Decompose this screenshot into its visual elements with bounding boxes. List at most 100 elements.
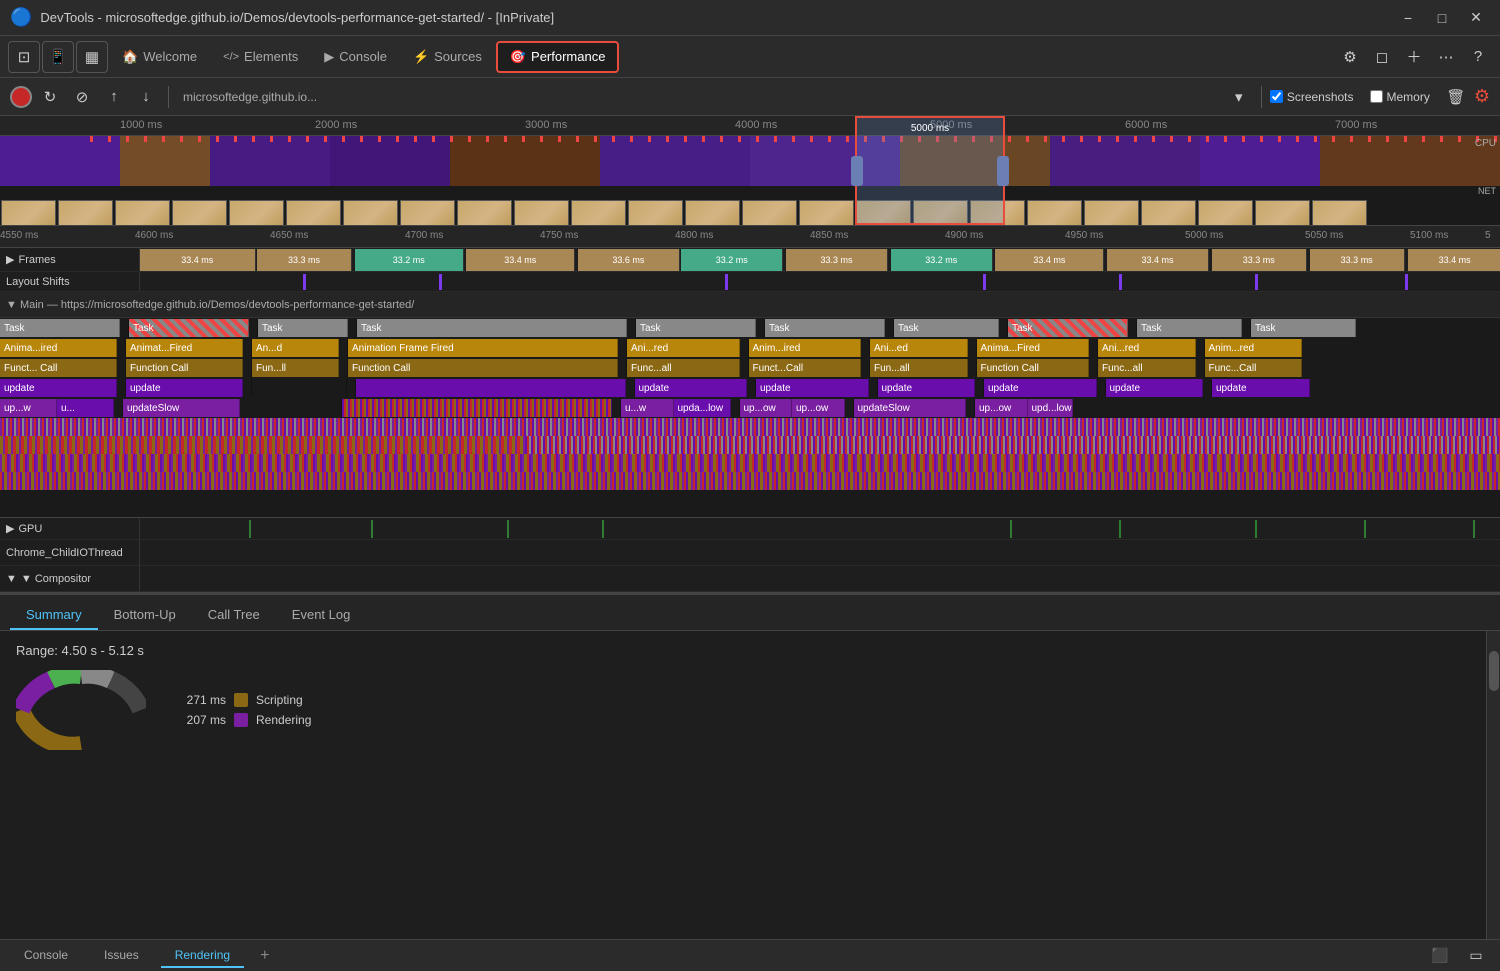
flame-anim[interactable]: An...d	[252, 339, 339, 357]
flame-func[interactable]: Func...all	[627, 359, 740, 377]
flame-func[interactable]: Func...all	[1098, 359, 1196, 377]
flame-update[interactable]: update	[1106, 379, 1204, 397]
frame-block[interactable]: 33.3 ms	[1212, 249, 1307, 271]
tab-console[interactable]: ▶ Console	[312, 43, 399, 71]
flame-func[interactable]: Fun...ll	[252, 359, 339, 377]
tab-event-log[interactable]: Event Log	[276, 601, 367, 630]
screenshots-checkbox[interactable]: Screenshots	[1270, 90, 1354, 104]
flame-anim[interactable]: Anima...ired	[0, 339, 117, 357]
flame-updateslow[interactable]: updateSlow	[123, 399, 240, 417]
close-button[interactable]: ✕	[1462, 8, 1490, 28]
flame-task[interactable]: Task	[1251, 319, 1356, 337]
frame-block[interactable]: 33.4 ms	[995, 249, 1104, 271]
tab-sources[interactable]: ⚡ Sources	[401, 43, 494, 71]
flame-update[interactable]: update	[126, 379, 243, 397]
flame-anim[interactable]: Anima...Fired	[977, 339, 1090, 357]
flame-func[interactable]: Funct...Call	[749, 359, 862, 377]
flame-anim[interactable]: Anim...red	[1205, 339, 1303, 357]
time-selection-overlay[interactable]: 5000 ms	[855, 116, 1005, 225]
frame-block[interactable]: 33.3 ms	[257, 249, 352, 271]
status-tab-rendering[interactable]: Rendering	[161, 944, 244, 968]
flame-func[interactable]: Function Call	[977, 359, 1090, 377]
tab-performance[interactable]: 🎯 Performance	[496, 41, 620, 73]
flame-update2[interactable]: u...	[57, 399, 114, 417]
frames-expand-icon[interactable]: ▶	[6, 253, 14, 266]
flame-update[interactable]: update	[635, 379, 748, 397]
upload-button[interactable]: ↑	[100, 83, 128, 111]
flame-anim-big[interactable]: Animation Frame Fired	[348, 339, 618, 357]
frame-block[interactable]: 33.4 ms	[1408, 249, 1500, 271]
frame-block[interactable]: 33.2 ms	[891, 249, 993, 271]
selection-handle-right[interactable]	[997, 156, 1009, 186]
record-button[interactable]	[10, 86, 32, 108]
flame-update2[interactable]: up...ow	[975, 399, 1028, 417]
frame-block[interactable]: 33.3 ms	[1310, 249, 1405, 271]
flame-func[interactable]: Func...Call	[1205, 359, 1303, 377]
flame-update2[interactable]: upda...low	[674, 399, 731, 417]
url-input[interactable]	[177, 88, 1221, 106]
clear-button[interactable]: ⊘	[68, 83, 96, 111]
flame-anim[interactable]: Ani...ed	[870, 339, 968, 357]
reload-record-button[interactable]: ↻	[36, 83, 64, 111]
status-tab-console[interactable]: Console	[10, 944, 82, 968]
add-tab-button[interactable]: +	[252, 947, 277, 965]
flame-anim[interactable]: Ani...red	[1098, 339, 1196, 357]
flame-func[interactable]: Fun...all	[870, 359, 968, 377]
flame-update2[interactable]: upd...low	[1028, 399, 1073, 417]
flame-chart[interactable]: Task Task Task Task Task Task Task Task …	[0, 318, 1500, 518]
help-button[interactable]: ?	[1464, 43, 1492, 71]
status-tab-issues[interactable]: Issues	[90, 944, 153, 968]
frame-block[interactable]: 33.2 ms	[681, 249, 783, 271]
child-io-label[interactable]: Chrome_ChildIOThread	[0, 540, 140, 565]
trash-button[interactable]: 🗑	[1442, 83, 1470, 111]
compositor-label[interactable]: ▼ ▼ Compositor	[0, 566, 140, 591]
flame-updateslow[interactable]: updateSlow	[854, 399, 967, 417]
flame-func-big[interactable]: Function Call	[348, 359, 618, 377]
flame-update2[interactable]: up...ow	[792, 399, 845, 417]
frame-block[interactable]: 33.4 ms	[140, 249, 256, 271]
selection-handle-left[interactable]	[851, 156, 863, 186]
settings-extra-button[interactable]: ⚙	[1336, 43, 1364, 71]
download-button[interactable]: ↓	[132, 83, 160, 111]
gear-icon[interactable]: ⚙	[1474, 86, 1490, 107]
flame-task[interactable]: Task	[894, 319, 999, 337]
flame-task[interactable]: Task	[258, 319, 348, 337]
compositor-expand-icon[interactable]: ▼	[6, 573, 17, 585]
frames-label[interactable]: ▶ Frames	[0, 248, 140, 271]
flame-func[interactable]: Funct... Call	[0, 359, 117, 377]
gpu-label[interactable]: ▶ GPU	[0, 518, 140, 539]
flame-func[interactable]: Function Call	[126, 359, 243, 377]
minimize-button[interactable]: −	[1394, 8, 1422, 28]
tab-summary[interactable]: Summary	[10, 601, 98, 630]
tab-bottom-up[interactable]: Bottom-Up	[98, 601, 192, 630]
tab-welcome[interactable]: 🏠 Welcome	[110, 43, 209, 71]
frame-block[interactable]: 33.6 ms	[578, 249, 680, 271]
flame-task[interactable]: Task	[1137, 319, 1242, 337]
flame-complex[interactable]	[342, 399, 612, 417]
flame-anim[interactable]: Anim...ired	[749, 339, 862, 357]
flame-update2[interactable]: u...w	[621, 399, 674, 417]
url-dropdown-button[interactable]: ▾	[1225, 83, 1253, 111]
flame-task[interactable]: Task	[0, 319, 120, 337]
dock-bottom-button[interactable]: ⬛	[1426, 942, 1454, 970]
maximize-button[interactable]: □	[1428, 8, 1456, 28]
frame-block[interactable]: 33.4 ms	[466, 249, 575, 271]
add-tab-button[interactable]: ＋	[1400, 43, 1428, 71]
browser-action-button[interactable]: ◻	[1368, 43, 1396, 71]
scroll-thumb[interactable]	[1489, 651, 1499, 691]
frame-block[interactable]: 33.2 ms	[355, 249, 464, 271]
inspect-button[interactable]: ⊡	[8, 41, 40, 73]
flame-update[interactable]: update	[756, 379, 869, 397]
frame-block[interactable]: 33.4 ms	[1107, 249, 1209, 271]
flame-task-red[interactable]: Task	[1008, 319, 1128, 337]
flame-update2[interactable]: up...ow	[740, 399, 793, 417]
flame-update[interactable]: update	[878, 379, 976, 397]
flame-update[interactable]: update	[984, 379, 1097, 397]
flame-update[interactable]: update	[1212, 379, 1310, 397]
flame-task[interactable]: Task	[636, 319, 756, 337]
tab-elements[interactable]: </> Elements	[211, 43, 310, 70]
flame-anim[interactable]: Animat...Fired	[126, 339, 243, 357]
flame-task-red[interactable]: Task	[129, 319, 249, 337]
frame-block[interactable]: 33.3 ms	[786, 249, 888, 271]
vertical-scrollbar[interactable]	[1486, 631, 1500, 971]
